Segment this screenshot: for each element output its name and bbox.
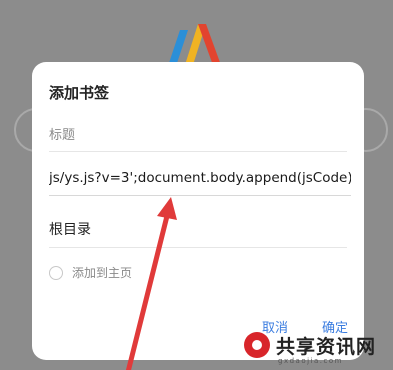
- watermark-url: gxdaojia.com: [278, 357, 343, 365]
- bookmark-url-input[interactable]: js/ys.js?v=3';document.body.append(jsCod…: [49, 170, 351, 196]
- watermark-name: 共享资讯网: [276, 336, 377, 358]
- add-to-home-radio[interactable]: [49, 265, 63, 280]
- watermark: 共享资讯网 gxdaojia.com: [240, 330, 390, 370]
- watermark-logo-icon: [244, 332, 270, 358]
- folder-selector[interactable]: 根目录: [49, 219, 347, 248]
- bookmark-title-input[interactable]: 标题: [49, 124, 347, 152]
- url-text: js/ys.js?v=3';document.body.append(jsCod…: [49, 170, 351, 186]
- add-to-home-label: 添加到主页: [72, 266, 133, 280]
- dialog-title: 添加书签: [49, 84, 110, 102]
- add-bookmark-dialog: 添加书签 标题 js/ys.js?v=3';document.body.appe…: [32, 62, 364, 360]
- add-to-home-option[interactable]: 添加到主页: [49, 264, 132, 281]
